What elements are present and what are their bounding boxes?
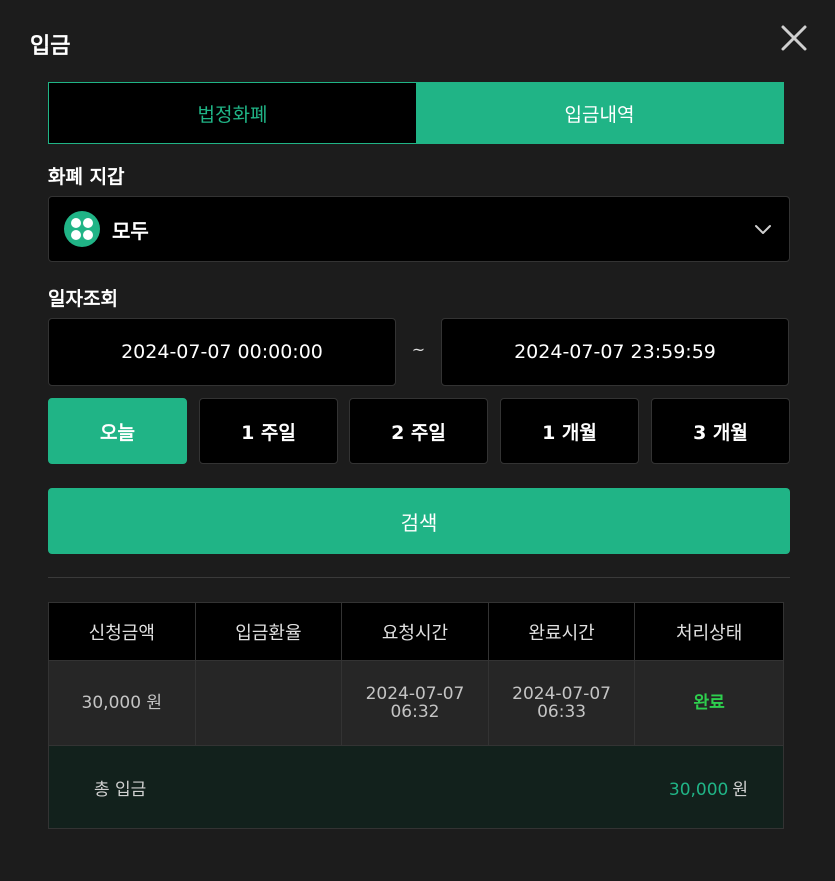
total-unit: 원 xyxy=(732,779,748,800)
tab-deposit-history[interactable]: 입금내역 xyxy=(416,83,783,143)
header-exchange-rate: 입금환율 xyxy=(196,603,343,660)
cell-amount: 30,000 원 xyxy=(49,661,196,745)
total-row: 총 입금 30,000 원 xyxy=(49,746,783,828)
cell-request-time: 2024-07-07 06:32 xyxy=(342,661,489,745)
range-1-month-button[interactable]: 1 개월 xyxy=(500,398,639,464)
close-icon xyxy=(781,25,807,51)
range-2-weeks-button[interactable]: 2 주일 xyxy=(349,398,488,464)
deposit-history-table: 신청금액 입금환율 요청시간 완료시간 처리상태 30,000 원 2024-0… xyxy=(48,602,784,829)
complete-date: 2024-07-07 xyxy=(512,684,611,704)
end-date-input[interactable]: 2024-07-07 23:59:59 xyxy=(441,318,789,386)
header-status: 처리상태 xyxy=(676,622,743,644)
date-separator: ~ xyxy=(411,340,426,359)
tab-fiat[interactable]: 법정화폐 xyxy=(49,83,416,143)
total-value: 30,000 원 xyxy=(669,775,748,800)
chevron-down-icon xyxy=(753,219,773,239)
table-row: 30,000 원 2024-07-07 06:32 2024-07-07 06:… xyxy=(49,661,783,746)
total-label: 총 입금 xyxy=(94,779,147,800)
header-request-time: 요청시간 xyxy=(342,603,489,660)
search-button[interactable]: 검색 xyxy=(48,488,790,554)
header-complete-time: 완료시간 xyxy=(489,603,636,660)
start-date-input[interactable]: 2024-07-07 00:00:00 xyxy=(48,318,396,386)
wallet-label: 화폐 지갑 xyxy=(48,166,125,188)
status-badge: 완료 xyxy=(693,693,725,713)
range-today-button[interactable]: 오늘 xyxy=(48,398,187,464)
grid-icon xyxy=(64,211,100,247)
wallet-selected-value: 모두 xyxy=(112,218,149,243)
cell-complete-time: 2024-07-07 06:33 xyxy=(489,661,636,745)
total-amount: 30,000 xyxy=(668,779,729,800)
request-date: 2024-07-07 xyxy=(365,684,465,704)
tab-bar: 법정화폐 입금내역 xyxy=(48,82,784,144)
header-request-amount: 신청금액 xyxy=(49,603,196,660)
table-header: 신청금액 입금환율 요청시간 완료시간 처리상태 xyxy=(49,603,783,661)
date-query-label: 일자조회 xyxy=(48,288,118,310)
close-button[interactable] xyxy=(778,22,810,54)
divider xyxy=(48,577,790,578)
wallet-select[interactable]: 모두 xyxy=(48,196,790,262)
range-1-week-button[interactable]: 1 주일 xyxy=(199,398,338,464)
complete-clock: 06:33 xyxy=(537,702,587,722)
request-clock: 06:32 xyxy=(390,702,440,722)
cell-rate xyxy=(196,661,343,745)
modal-title: 입금 xyxy=(30,34,71,59)
range-3-months-button[interactable]: 3 개월 xyxy=(651,398,790,464)
